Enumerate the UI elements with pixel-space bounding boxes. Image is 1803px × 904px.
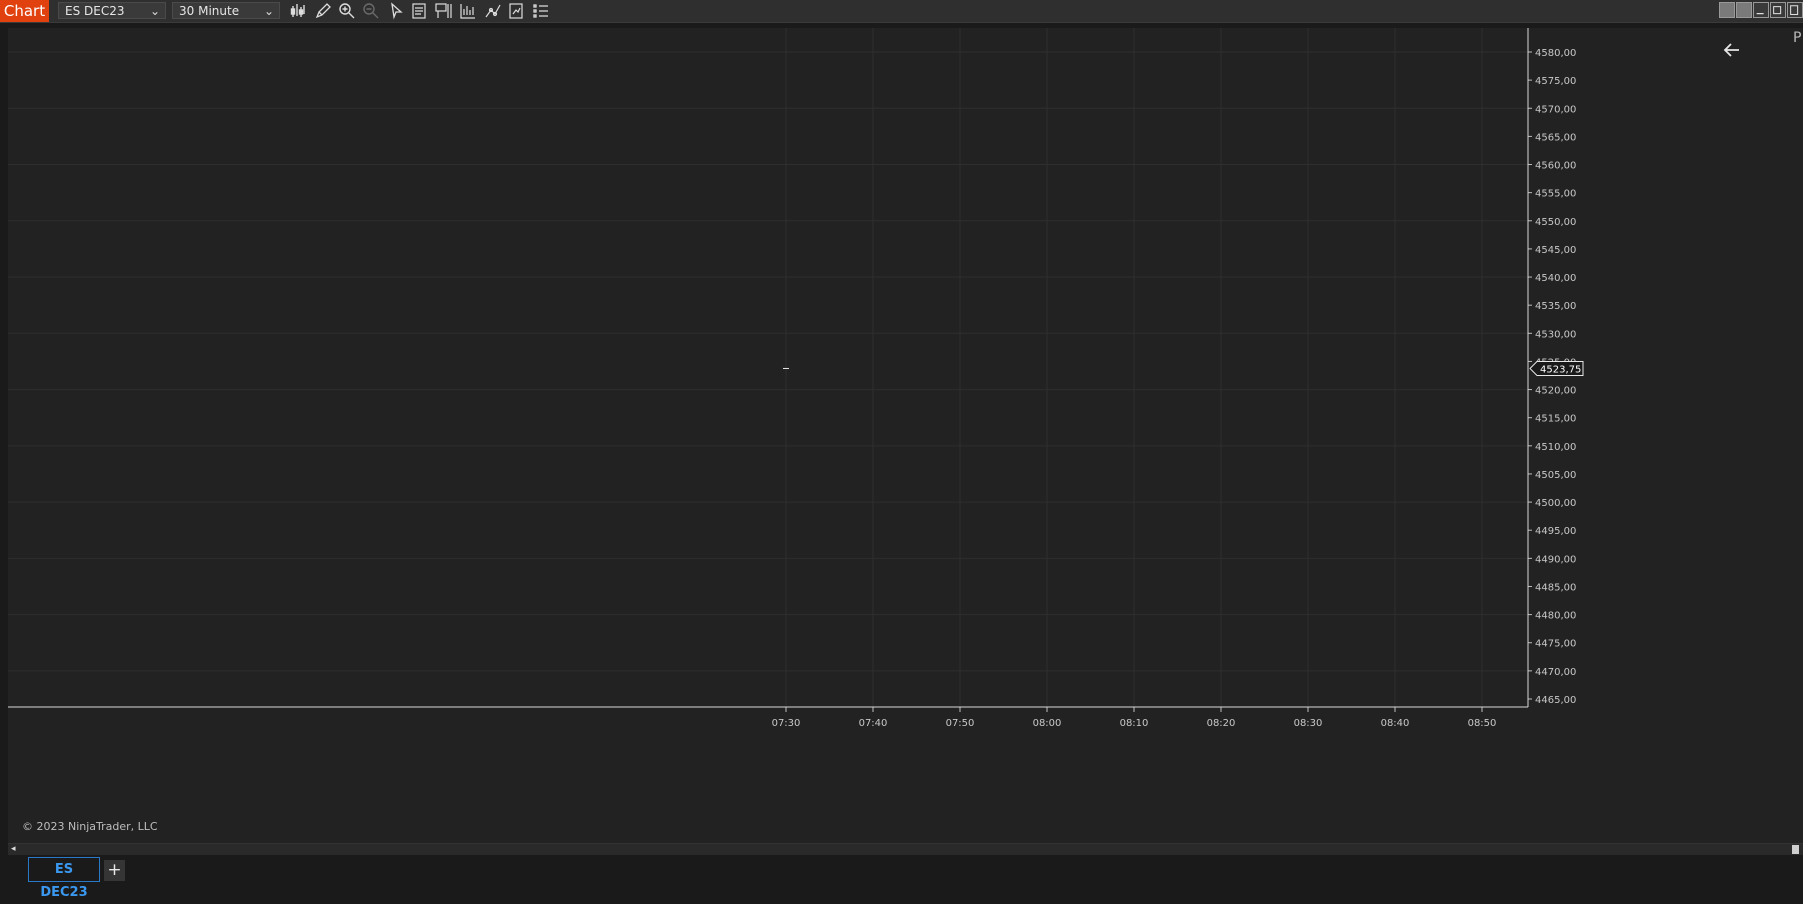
- y-tick-label: 4575,00: [1535, 76, 1576, 87]
- y-tick-label: 4505,00: [1535, 470, 1576, 481]
- y-tick-label: 4485,00: [1535, 582, 1576, 593]
- instrument-value: ES DEC23: [65, 4, 125, 18]
- y-tick-label: 4560,00: [1535, 161, 1576, 172]
- chart-menu-button[interactable]: Chart: [0, 0, 49, 22]
- x-tick-label: 08:50: [1468, 718, 1497, 729]
- chart-panel[interactable]: 4580,00 4575,00 4570,00 4565,00 4560,00 4555,…: [8, 28, 1803, 865]
- chart-trader-icon[interactable]: [434, 2, 454, 20]
- scroll-left-icon[interactable]: ◂: [11, 844, 16, 854]
- y-tick-label: 4470,00: [1535, 667, 1576, 678]
- chevron-down-icon: ⌄: [149, 4, 160, 18]
- y-tick-label: 4520,00: [1535, 386, 1576, 397]
- y-tick-label: 4500,00: [1535, 498, 1576, 509]
- y-tick-label: 4540,00: [1535, 273, 1576, 284]
- list-icon[interactable]: [531, 2, 551, 20]
- x-tick-label: 08:00: [1033, 718, 1062, 729]
- add-tab-button[interactable]: +: [104, 860, 125, 881]
- last-price-label: 4523,75: [1540, 364, 1581, 375]
- x-tick-label: 07:40: [859, 718, 888, 729]
- y-tick-label: 4545,00: [1535, 245, 1576, 256]
- x-tick-label: 07:50: [946, 718, 975, 729]
- price-chart[interactable]: 4580,00 4575,00 4570,00 4565,00 4560,00 4555,…: [8, 28, 1803, 843]
- minimize-icon[interactable]: [1753, 2, 1769, 18]
- data-box-icon[interactable]: [410, 2, 430, 20]
- y-tick-label: 4475,00: [1535, 639, 1576, 650]
- zoom-out-icon[interactable]: [361, 2, 381, 20]
- strategies-icon[interactable]: [458, 2, 478, 20]
- chart-toolbar: Chart ES DEC23 ⌄ 30 Minute ⌄: [0, 0, 1803, 23]
- interval-selector[interactable]: 30 Minute ⌄: [172, 2, 280, 19]
- x-tick-label: 08:10: [1120, 718, 1149, 729]
- y-tick-label: 4490,00: [1535, 554, 1576, 565]
- y-tick-label: 4580,00: [1535, 48, 1576, 59]
- panel-label: P: [1793, 30, 1802, 46]
- y-tick-label: 4535,00: [1535, 301, 1576, 312]
- x-tick-label: 08:20: [1207, 718, 1236, 729]
- zoom-in-icon[interactable]: [337, 2, 357, 20]
- bar-type-icon[interactable]: [288, 2, 308, 20]
- draw-pencil-icon[interactable]: [313, 2, 333, 20]
- tab-bar: ES DEC23 +: [0, 855, 1803, 900]
- y-tick-label: 4480,00: [1535, 611, 1576, 622]
- tile-window-icon[interactable]: [1719, 2, 1735, 18]
- y-tick-label: 4565,00: [1535, 132, 1576, 143]
- scroll-thumb[interactable]: [1792, 845, 1799, 854]
- chevron-down-icon: ⌄: [263, 4, 274, 18]
- copyright-text: © 2023 NinjaTrader, LLC: [22, 820, 158, 833]
- tab-es-dec23[interactable]: ES DEC23: [28, 857, 100, 900]
- y-tick-label: 4555,00: [1535, 189, 1576, 200]
- y-tick-label: 4465,00: [1535, 695, 1576, 706]
- y-tick-label: 4550,00: [1535, 217, 1576, 228]
- y-tick-label: 4530,00: [1535, 329, 1576, 340]
- x-tick-label: 08:30: [1294, 718, 1323, 729]
- tile-window-icon[interactable]: [1736, 2, 1752, 18]
- properties-icon[interactable]: [507, 2, 527, 20]
- x-tick-label: 07:30: [772, 718, 801, 729]
- maximize-icon[interactable]: [1770, 2, 1786, 18]
- y-tick-label: 4570,00: [1535, 104, 1576, 115]
- restore-icon[interactable]: [1787, 2, 1803, 18]
- instrument-selector[interactable]: ES DEC23 ⌄: [58, 2, 166, 19]
- interval-value: 30 Minute: [179, 4, 240, 18]
- horizontal-scrollbar[interactable]: ◂: [8, 843, 1803, 855]
- back-arrow-icon[interactable]: [1720, 38, 1744, 62]
- y-tick-label: 4510,00: [1535, 442, 1576, 453]
- pointer-icon[interactable]: [386, 2, 406, 20]
- indicators-icon[interactable]: [483, 2, 503, 20]
- x-tick-label: 08:40: [1381, 718, 1410, 729]
- y-tick-label: 4515,00: [1535, 414, 1576, 425]
- y-tick-label: 4495,00: [1535, 526, 1576, 537]
